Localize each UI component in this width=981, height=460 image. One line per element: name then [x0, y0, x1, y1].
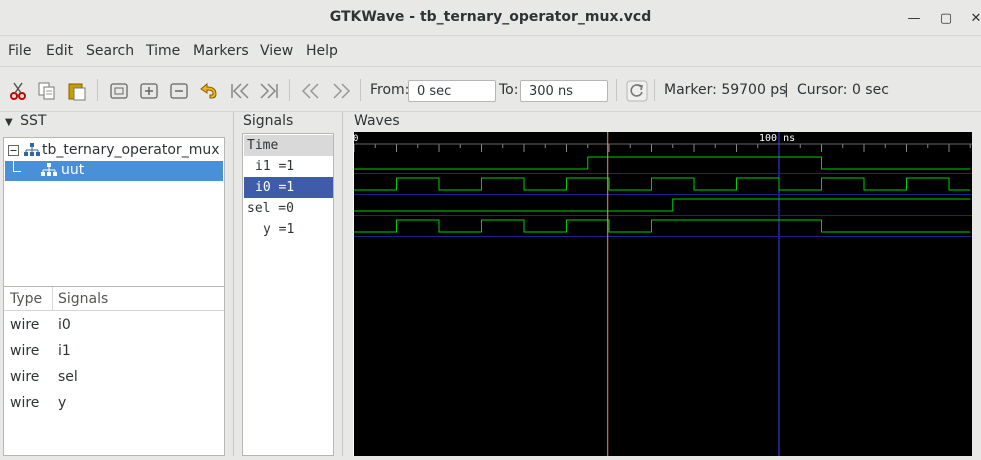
zoom-in-icon[interactable] — [138, 80, 160, 102]
pane-divider[interactable] — [342, 112, 343, 456]
from-label: From: — [370, 82, 410, 98]
copy-icon[interactable] — [36, 80, 58, 102]
menu-view[interactable]: View — [260, 43, 293, 59]
toolbar-separator — [360, 79, 361, 101]
paste-icon[interactable] — [66, 80, 88, 102]
signal-value-label: y =1 — [263, 222, 295, 237]
tree-item-tb[interactable]: tb_ternary_operator_mux — [5, 141, 223, 161]
row-type: wire — [10, 369, 40, 385]
row-type: wire — [10, 343, 40, 359]
signal-row-i0[interactable]: i0 =1 — [244, 177, 333, 198]
tree-item-label: uut — [61, 162, 85, 178]
to-input[interactable] — [520, 80, 608, 102]
minimize-icon[interactable]: — — [904, 8, 924, 28]
waveform-i1 — [354, 156, 971, 170]
reload-icon[interactable] — [626, 80, 648, 102]
signal-row-i1[interactable]: i1 =1 — [244, 156, 333, 177]
time-label: Time — [247, 138, 279, 153]
cut-icon[interactable] — [7, 80, 29, 102]
menu-help[interactable]: Help — [306, 43, 338, 59]
module-icon — [24, 143, 40, 161]
ruler-label: 100 ns — [759, 133, 795, 144]
signal-row-sel[interactable]: sel =0 — [244, 198, 333, 219]
zoom-fit-icon[interactable] — [108, 80, 130, 102]
row-type: wire — [10, 395, 40, 411]
scroll-right-icon[interactable] — [330, 80, 352, 102]
column-header-type[interactable]: Type — [10, 291, 42, 307]
maximize-icon[interactable]: ▢ — [936, 8, 956, 28]
table-row[interactable]: wire y — [4, 391, 224, 417]
sst-header-label: SST — [20, 113, 47, 129]
waveform-canvas[interactable]: 0 100 ns — [353, 132, 972, 456]
pane-divider[interactable] — [233, 112, 234, 456]
to-label: To: — [499, 82, 519, 98]
waveform-i0 — [354, 177, 971, 191]
row-signal: sel — [58, 369, 78, 385]
toolbar-separator — [616, 79, 617, 101]
menu-file[interactable]: File — [8, 43, 31, 59]
signals-header: Signals — [243, 113, 294, 129]
waveform-y — [354, 219, 971, 233]
from-input[interactable] — [408, 80, 496, 102]
scroll-left-icon[interactable] — [300, 80, 322, 102]
table-row[interactable]: wire i0 — [4, 313, 224, 339]
toolbar-separator — [97, 79, 98, 101]
go-end-icon[interactable] — [258, 80, 280, 102]
signal-value-label: sel =0 — [247, 201, 294, 216]
go-start-icon[interactable] — [229, 80, 251, 102]
signals-type-table: Type Signals wire i0 wire i1 wire sel wi… — [3, 286, 225, 456]
table-row[interactable]: wire sel — [4, 365, 224, 391]
toolbar-separator — [289, 79, 290, 101]
time-row: Time — [244, 135, 333, 156]
module-icon — [41, 163, 57, 181]
expander-down-icon[interactable]: ▼ — [5, 117, 13, 128]
signals-panel: Signals Time i1 =1 i0 =1 sel =0 y =1 — [240, 112, 338, 456]
table-row[interactable]: wire i1 — [4, 339, 224, 365]
row-type: wire — [10, 317, 40, 333]
waveform-sel — [354, 198, 971, 212]
sst-header[interactable]: ▼ SST — [5, 113, 46, 129]
toolbar: From: To: Marker: 59700 ps | Cursor: 0 s… — [0, 66, 981, 112]
menu-search[interactable]: Search — [86, 43, 134, 59]
tree-item-uut[interactable]: uut — [5, 161, 223, 181]
signal-value-label: i0 =1 — [255, 180, 295, 195]
cursor-readout: Cursor: 0 sec — [797, 82, 889, 98]
zoom-out-icon[interactable] — [168, 80, 190, 102]
tree-item-label: tb_ternary_operator_mux — [42, 142, 220, 158]
title-bar: GTKWave - tb_ternary_operator_mux.vcd — … — [0, 0, 981, 36]
close-icon[interactable]: ✕ — [966, 8, 981, 28]
menu-edit[interactable]: Edit — [46, 43, 73, 59]
table-header: Type Signals — [4, 287, 224, 311]
marker-readout: Marker: 59700 ps — [664, 82, 787, 98]
row-signal: i0 — [58, 317, 71, 333]
status-separator: | — [784, 82, 789, 98]
undo-zoom-icon[interactable] — [198, 80, 220, 102]
window-title: GTKWave - tb_ternary_operator_mux.vcd — [329, 9, 652, 25]
waveform-svg[interactable]: 0 100 ns — [353, 132, 972, 456]
toolbar-separator — [654, 79, 655, 101]
row-signal: i1 — [58, 343, 71, 359]
tree-connector — [13, 161, 21, 172]
column-header-signals[interactable]: Signals — [52, 287, 108, 311]
menu-bar: File Edit Search Time Markers View Help — [0, 36, 981, 66]
signal-row-y[interactable]: y =1 — [244, 219, 333, 240]
collapse-icon[interactable] — [8, 144, 19, 160]
menu-markers[interactable]: Markers — [193, 43, 249, 59]
waves-header: Waves — [354, 113, 400, 129]
signal-value-label: i1 =1 — [255, 159, 295, 174]
waves-panel: Waves 0 100 ns — [350, 112, 981, 456]
signals-list: Time i1 =1 i0 =1 sel =0 y =1 — [242, 133, 334, 456]
menu-time[interactable]: Time — [146, 43, 180, 59]
row-signal: y — [58, 395, 67, 411]
sst-panel: ▼ SST tb_ternary_operator_mux uut Type S… — [0, 112, 230, 456]
